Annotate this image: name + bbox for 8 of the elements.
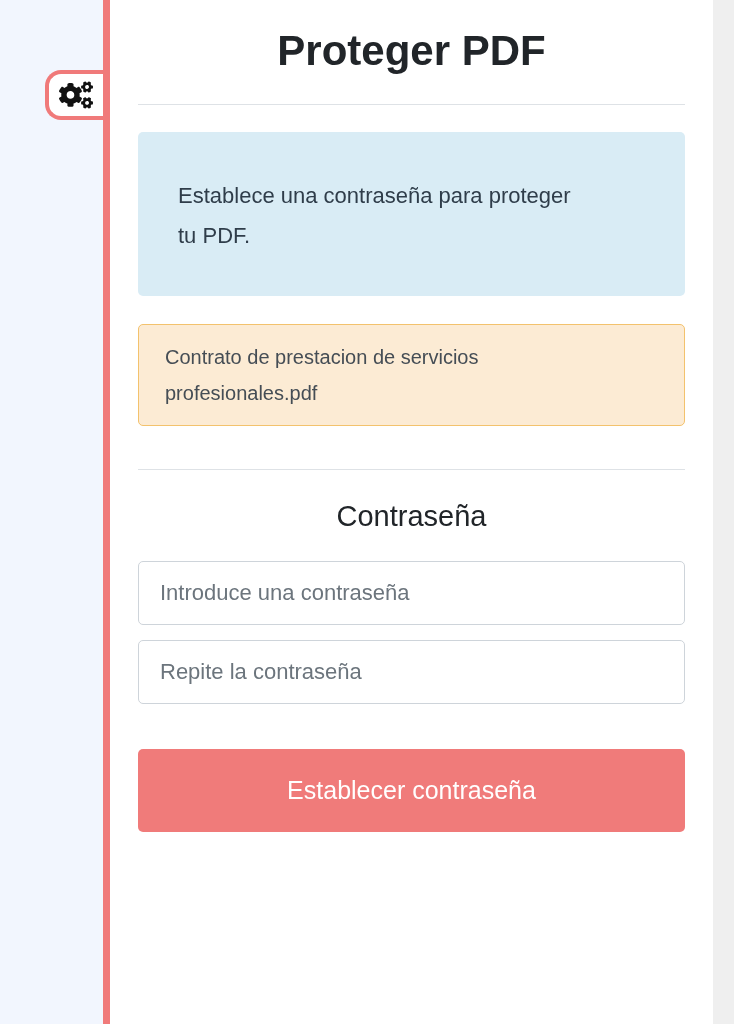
file-name: Contrato de prestacion de servicios profesionales.pdf xyxy=(165,345,480,407)
info-text: Establece una contraseña para proteger tu PDF. xyxy=(178,182,572,251)
page-title: Proteger PDF xyxy=(276,26,547,76)
settings-button[interactable] xyxy=(45,70,103,120)
password-field[interactable]: Introduce una contraseña xyxy=(138,561,685,626)
submit-button[interactable]: Establecer contraseña xyxy=(138,749,685,833)
password-field[interactable]: Repite la contraseña xyxy=(138,640,685,705)
section-title: Contraseña xyxy=(335,500,488,534)
